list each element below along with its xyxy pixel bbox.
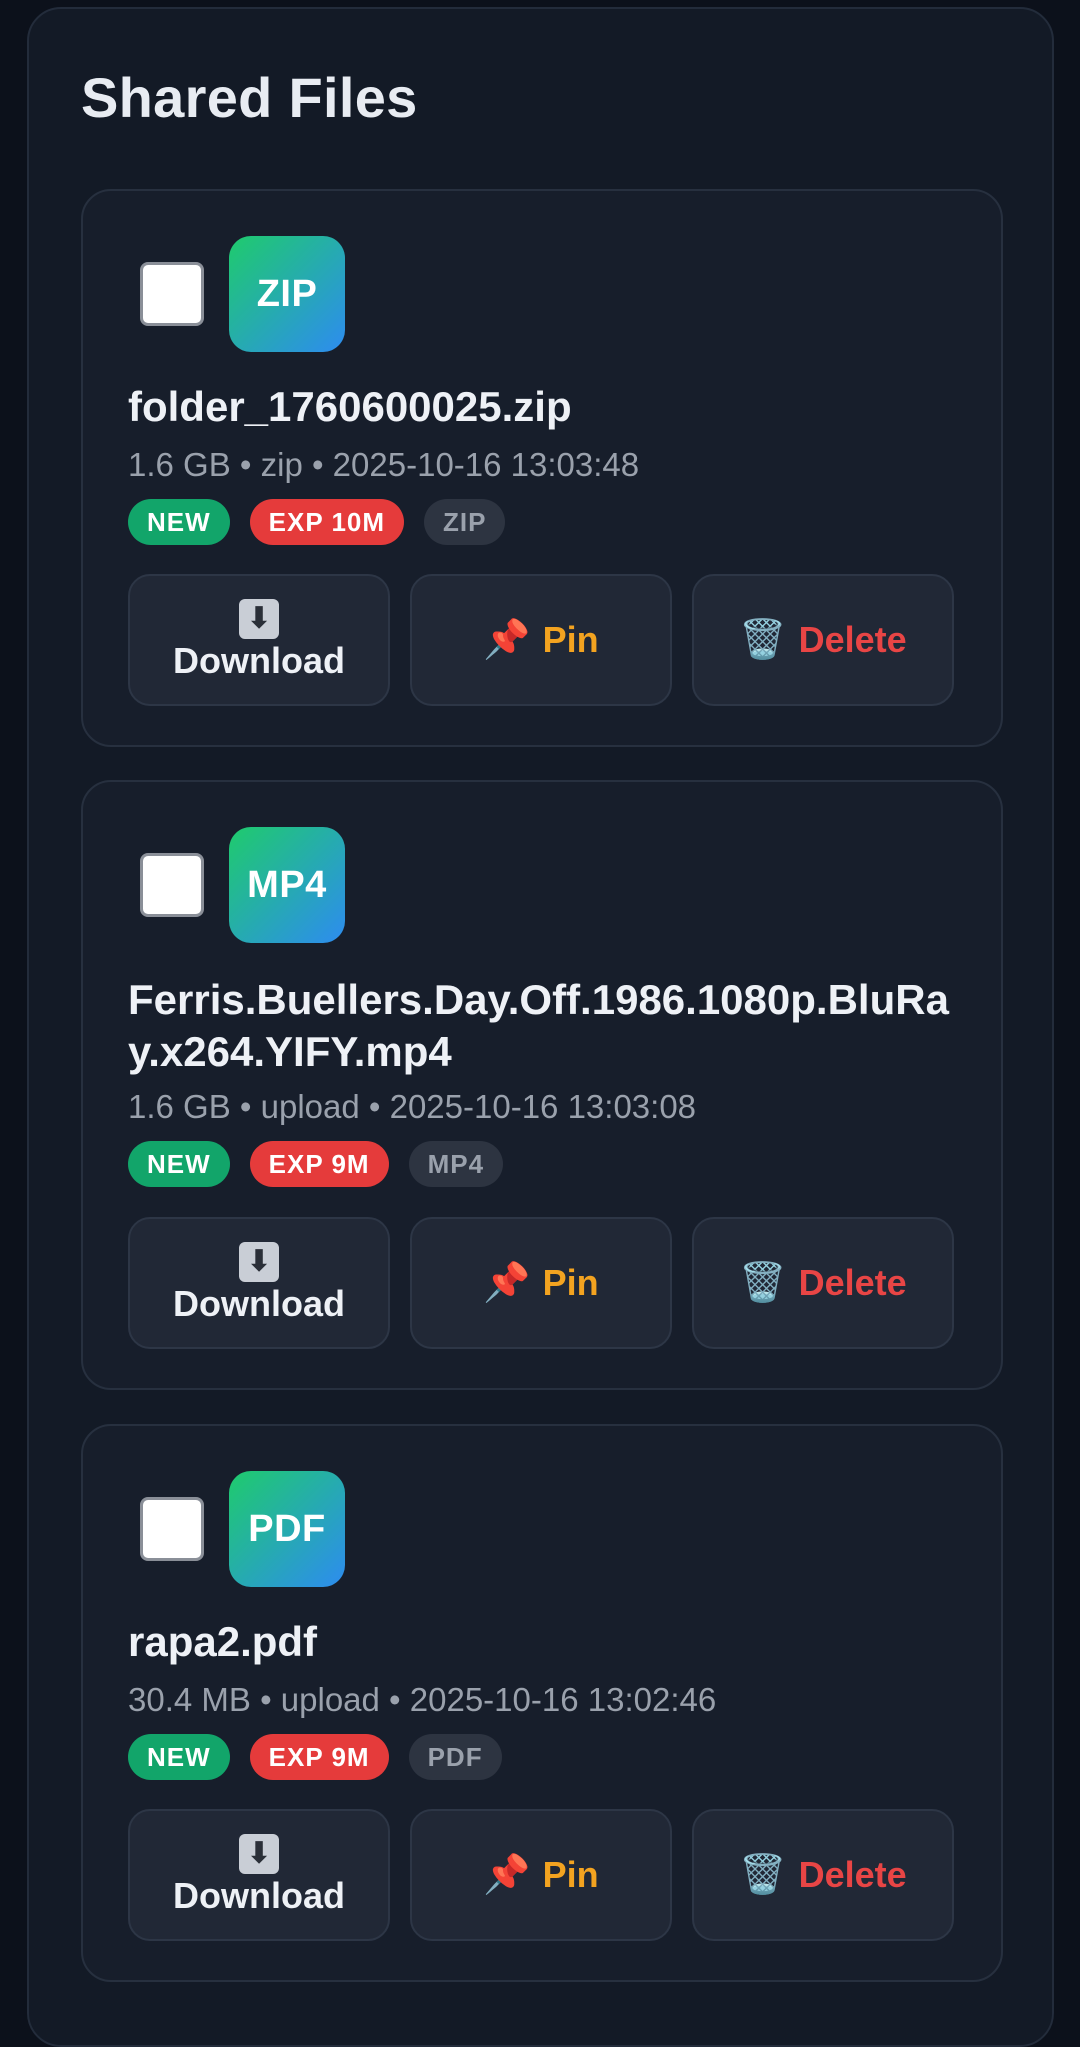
expiry-badge: EXP 9M	[249, 1734, 389, 1780]
new-badge: NEW	[128, 499, 230, 545]
file-card: ZIP folder_1760600025.zip 1.6 GB • zip •…	[81, 189, 1003, 747]
file-type-badge: PDF	[408, 1734, 502, 1780]
pin-label: Pin	[542, 1262, 599, 1303]
file-type-icon: PDF	[229, 1471, 345, 1587]
file-select-checkbox[interactable]	[140, 1497, 204, 1561]
pin-button[interactable]: 📌 Pin	[410, 1809, 672, 1941]
trash-icon: 🗑️	[739, 1262, 787, 1304]
file-meta: 1.6 GB • upload • 2025-10-16 13:03:08	[128, 1088, 697, 1125]
pin-button[interactable]: 📌 Pin	[410, 1217, 672, 1349]
delete-label: Delete	[798, 619, 907, 660]
new-badge: NEW	[128, 1734, 230, 1780]
pin-icon: 📌	[483, 1854, 531, 1896]
file-actions: ⬇ Download 📌 Pin 🗑️ Delete	[128, 1217, 954, 1349]
file-type-badge: MP4	[408, 1141, 504, 1187]
download-button[interactable]: ⬇ Download	[128, 574, 390, 706]
file-card-header: MP4	[128, 827, 345, 943]
file-actions: ⬇ Download 📌 Pin 🗑️ Delete	[128, 1809, 954, 1941]
file-name: rapa2.pdf	[128, 1618, 318, 1665]
file-select-checkbox[interactable]	[140, 853, 204, 917]
file-name: Ferris.Buellers.Day.Off.1986.1080p.BluRa…	[128, 976, 949, 1075]
download-icon: ⬇	[239, 599, 279, 639]
pin-icon: 📌	[483, 1262, 531, 1304]
file-meta: 1.6 GB • zip • 2025-10-16 13:03:48	[128, 446, 640, 483]
file-card: PDF rapa2.pdf 30.4 MB • upload • 2025-10…	[81, 1424, 1003, 1982]
download-icon: ⬇	[239, 1834, 279, 1874]
download-button[interactable]: ⬇ Download	[128, 1809, 390, 1941]
file-card: MP4 Ferris.Buellers.Day.Off.1986.1080p.B…	[81, 780, 1003, 1390]
delete-button[interactable]: 🗑️ Delete	[692, 1809, 954, 1941]
file-card-header: PDF	[128, 1471, 345, 1587]
expiry-badge: EXP 10M	[249, 499, 405, 545]
pin-label: Pin	[542, 619, 599, 660]
download-label: Download	[173, 640, 345, 681]
expiry-badge: EXP 9M	[249, 1141, 389, 1187]
pin-label: Pin	[542, 1854, 599, 1895]
file-badges: NEW EXP 9M PDF	[128, 1734, 502, 1780]
delete-label: Delete	[798, 1262, 907, 1303]
new-badge: NEW	[128, 1141, 230, 1187]
file-type-icon: MP4	[229, 827, 345, 943]
trash-icon: 🗑️	[739, 1854, 787, 1896]
download-label: Download	[173, 1283, 345, 1324]
delete-label: Delete	[798, 1854, 907, 1895]
file-select-checkbox[interactable]	[140, 262, 204, 326]
file-type-badge: ZIP	[424, 499, 506, 545]
shared-files-panel: Shared Files ZIP folder_1760600025.zip 1…	[27, 7, 1054, 2047]
delete-button[interactable]: 🗑️ Delete	[692, 574, 954, 706]
file-name: folder_1760600025.zip	[128, 383, 572, 430]
download-label: Download	[173, 1875, 345, 1916]
file-actions: ⬇ Download 📌 Pin 🗑️ Delete	[128, 574, 954, 706]
file-meta: 30.4 MB • upload • 2025-10-16 13:02:46	[128, 1681, 717, 1718]
file-card-header: ZIP	[128, 236, 345, 352]
delete-button[interactable]: 🗑️ Delete	[692, 1217, 954, 1349]
download-icon: ⬇	[239, 1242, 279, 1282]
pin-icon: 📌	[483, 619, 531, 661]
file-badges: NEW EXP 10M ZIP	[128, 499, 506, 545]
file-type-icon: ZIP	[229, 236, 345, 352]
file-badges: NEW EXP 9M MP4	[128, 1141, 504, 1187]
download-button[interactable]: ⬇ Download	[128, 1217, 390, 1349]
pin-button[interactable]: 📌 Pin	[410, 574, 672, 706]
page-title: Shared Files	[81, 66, 418, 129]
trash-icon: 🗑️	[739, 619, 787, 661]
